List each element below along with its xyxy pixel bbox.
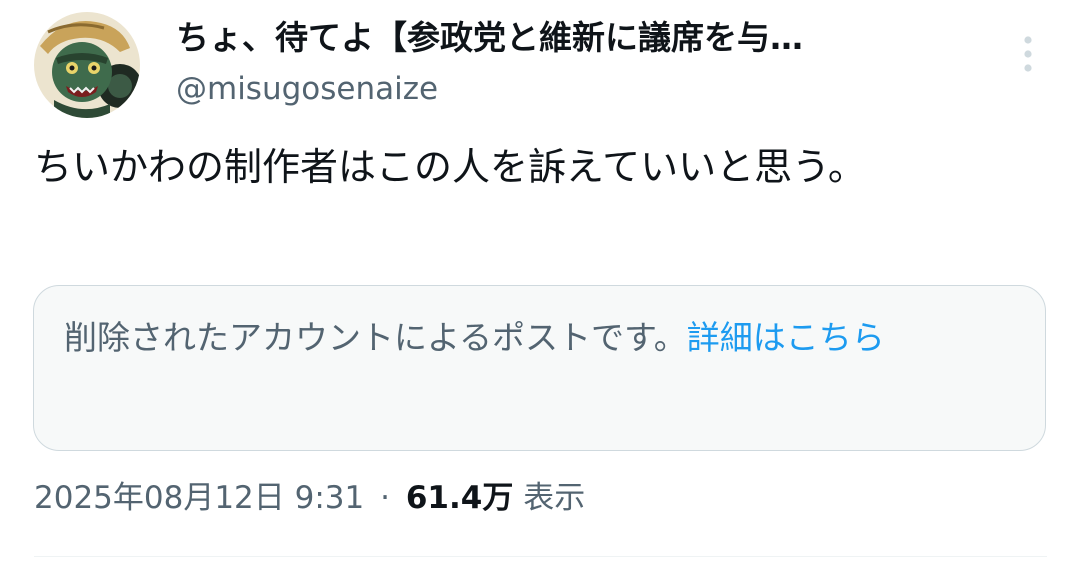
- deleted-notice-text: 削除されたアカウントによるポストです。: [64, 318, 687, 357]
- meta-separator: ·: [380, 480, 390, 516]
- views-count: 61.4万: [405, 480, 514, 516]
- views-label: 表示: [523, 480, 586, 516]
- avatar[interactable]: [34, 12, 140, 118]
- demon-mask-avatar-icon: [34, 12, 140, 118]
- learn-more-link[interactable]: 詳細はこちら: [687, 318, 885, 357]
- tweet-meta: 2025年08月12日 9:31 · 61.4万 表示: [34, 472, 585, 524]
- author-display-name[interactable]: ちょ、待てよ【参政党と維新に議席を与…: [176, 14, 976, 62]
- author-handle[interactable]: @misugosenaize: [176, 66, 438, 112]
- deleted-quote-card: 削除されたアカウントによるポストです。詳細はこちら: [33, 285, 1046, 451]
- deleted-notice: 削除されたアカウントによるポストです。詳細はこちら: [64, 310, 1015, 366]
- divider: [34, 556, 1047, 557]
- timestamp-link[interactable]: 2025年08月12日 9:31: [34, 480, 364, 516]
- more-button[interactable]: [1008, 26, 1048, 82]
- more-vertical-icon: [1024, 36, 1032, 72]
- tweet-text: ちいかわの制作者はこの人を訴えていいと思う。: [34, 145, 866, 189]
